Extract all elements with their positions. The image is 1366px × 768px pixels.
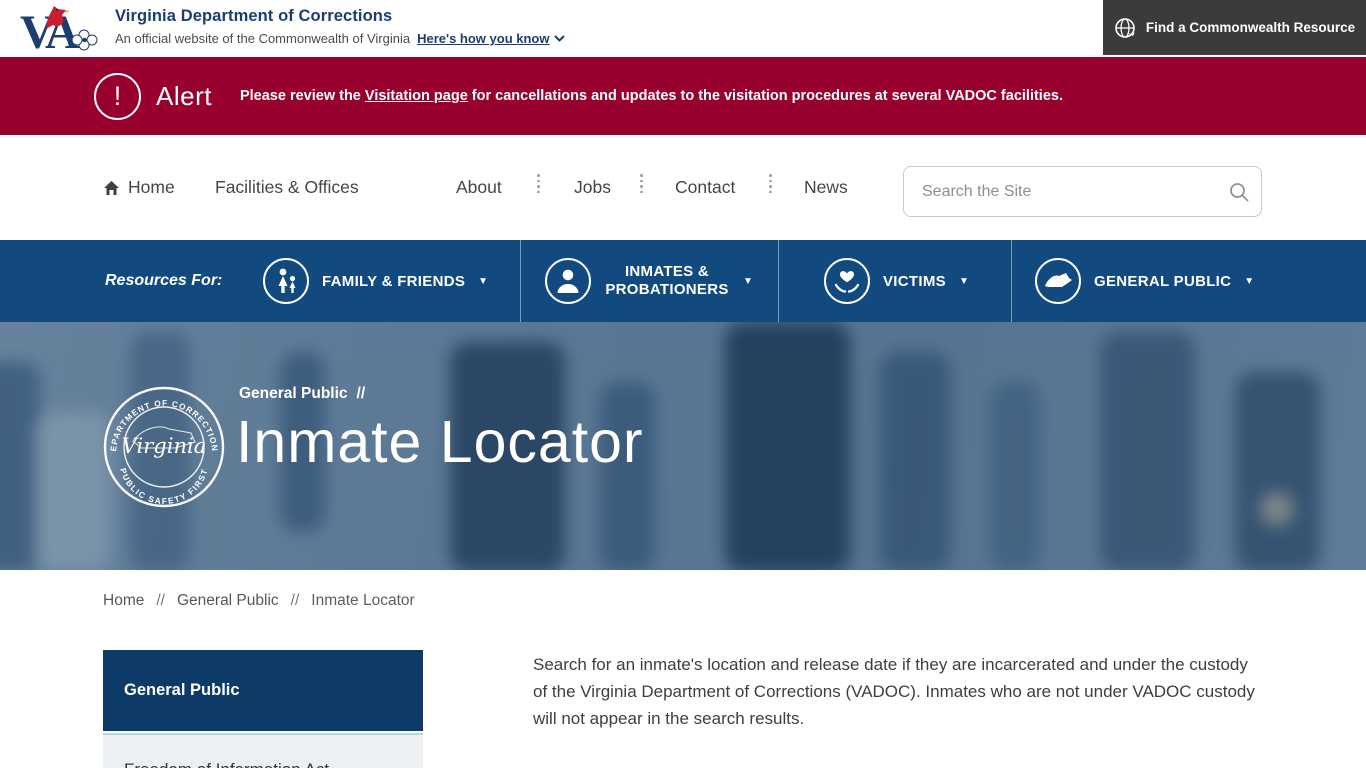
official-website-text: An official website of the Commonwealth … <box>115 31 410 46</box>
resources-for-label: Resources For: <box>105 240 222 322</box>
alert-icon: ! <box>94 73 141 120</box>
find-commonwealth-resource-button[interactable]: Find a Commonwealth Resource <box>1103 0 1366 55</box>
resources-bar: Resources For: FAMILY & FRIENDS ▼ <box>0 240 1366 322</box>
inmate-icon <box>545 258 591 304</box>
search-button[interactable] <box>1217 181 1261 203</box>
heres-how-you-know-link[interactable]: Here's how you know <box>417 31 565 46</box>
main-content: Search for an inmate's location and rele… <box>533 651 1255 768</box>
sidebar-item-foia[interactable]: Freedom of Information Act <box>103 733 423 768</box>
page: V A Virginia Department of Corrections A… <box>0 0 1366 768</box>
caret-down-icon: ▼ <box>1244 276 1254 287</box>
vadoc-logo-icon: V A <box>20 2 108 56</box>
globe-icon <box>1114 17 1136 39</box>
sidebar-general-public[interactable]: General Public <box>103 650 423 731</box>
menu-victims[interactable]: VICTIMS ▼ <box>824 240 969 322</box>
nav-news[interactable]: News <box>804 135 848 240</box>
visitation-page-link[interactable]: Visitation page <box>365 88 468 104</box>
seal-virginia-text: Virginia <box>122 434 206 458</box>
heart-hands-icon <box>824 258 870 304</box>
resources-divider <box>1011 240 1012 322</box>
caret-down-icon: ▼ <box>478 276 488 287</box>
nav-divider <box>769 174 772 193</box>
family-icon <box>263 258 309 304</box>
caret-down-icon: ▼ <box>743 276 753 287</box>
hero-banner: DEPARTMENT OF CORRECTIONS PUBLIC SAFETY … <box>0 322 1366 570</box>
nav-divider <box>537 174 540 193</box>
virginia-state-icon <box>1035 258 1081 304</box>
home-icon <box>103 180 120 196</box>
nav-about[interactable]: About <box>456 135 502 240</box>
site-header: V A Virginia Department of Corrections A… <box>0 0 1366 57</box>
main-navigation: Home Facilities & Offices About Jobs Con… <box>0 135 1366 240</box>
brand-block: Virginia Department of Corrections An of… <box>115 7 565 46</box>
site-search <box>903 166 1262 217</box>
page-title: Inmate Locator <box>236 408 644 476</box>
nav-contact[interactable]: Contact <box>675 135 735 240</box>
alert-message: Please review the Visitation page for ca… <box>240 88 1063 104</box>
menu-inmates-probationers[interactable]: INMATES & PROBATIONERS ▼ <box>545 240 753 322</box>
resources-divider <box>778 240 779 322</box>
breadcrumb-current: Inmate Locator <box>311 592 414 610</box>
nav-facilities-offices[interactable]: Facilities & Offices <box>215 135 359 240</box>
caret-down-icon: ▼ <box>959 276 969 287</box>
search-input[interactable] <box>904 183 1217 201</box>
chevron-down-icon <box>554 35 565 42</box>
alert-banner: ! Alert Please review the Visitation pag… <box>0 57 1366 135</box>
resources-divider <box>520 240 521 322</box>
hero-category[interactable]: General Public// <box>239 385 365 403</box>
menu-family-friends[interactable]: FAMILY & FRIENDS ▼ <box>263 240 488 322</box>
vadoc-seal: DEPARTMENT OF CORRECTIONS PUBLIC SAFETY … <box>103 386 225 508</box>
site-title: Virginia Department of Corrections <box>115 7 565 26</box>
nav-jobs[interactable]: Jobs <box>574 135 611 240</box>
search-icon <box>1228 181 1250 203</box>
vadoc-logo[interactable]: V A <box>20 2 108 56</box>
breadcrumb: Home // General Public // Inmate Locator <box>103 592 415 610</box>
breadcrumb-home[interactable]: Home <box>103 592 144 610</box>
intro-paragraph: Search for an inmate's location and rele… <box>533 651 1255 732</box>
nav-divider <box>640 174 643 193</box>
nav-home[interactable]: Home <box>103 135 175 240</box>
alert-label: Alert <box>156 81 212 112</box>
menu-general-public[interactable]: GENERAL PUBLIC ▼ <box>1035 240 1254 322</box>
breadcrumb-general-public[interactable]: General Public <box>177 592 279 610</box>
